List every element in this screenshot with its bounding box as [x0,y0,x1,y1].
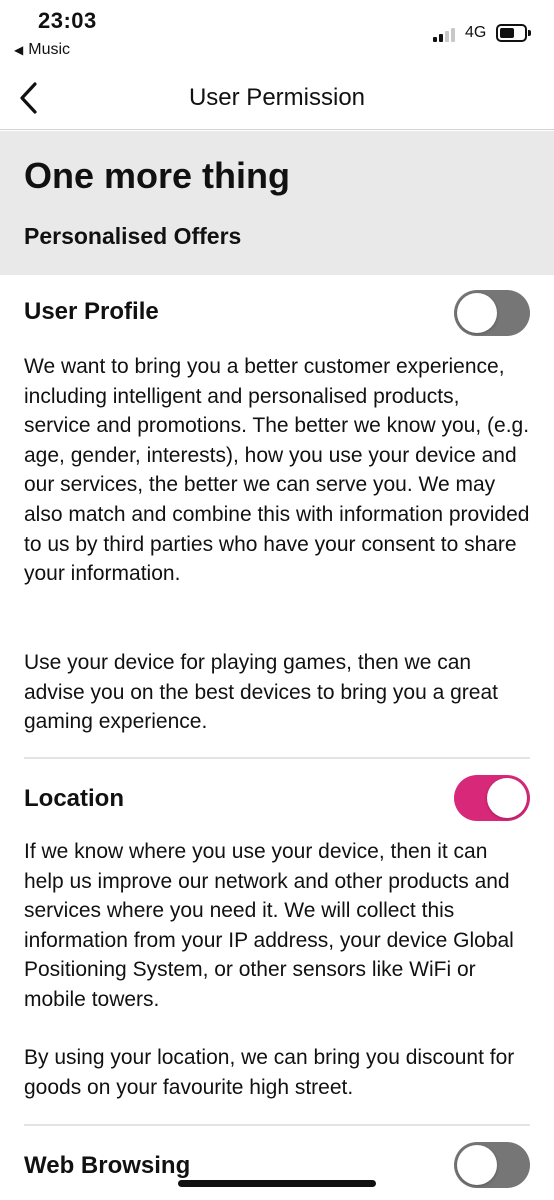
section-user-profile: User Profile We want to bring you a bett… [24,290,530,740]
section-location: Location If we know where you use your d… [24,775,530,1115]
section-web-browsing: Web Browsing [24,1142,530,1200]
section-title-location: Location [24,785,124,812]
user-profile-gaming-note: Use your device for playing games, then … [24,651,498,734]
back-to-app-link[interactable]: ◀ Music [14,41,70,59]
status-time: 23:03 [38,8,97,33]
status-bar: 23:03 ◀ Music 4G [0,0,554,66]
network-type: 4G [465,24,487,41]
back-app-label: Music [28,41,71,58]
section-title-user-profile: User Profile [24,298,159,325]
battery-icon [496,24,531,42]
divider [24,757,530,759]
location-toggle[interactable] [454,775,530,821]
header-title: One more thing [24,155,291,196]
user-profile-description: We want to bring you a better customer e… [24,355,530,586]
home-indicator[interactable] [178,1180,376,1187]
signal-strength-icon [433,26,455,42]
section-title-web-browsing: Web Browsing [24,1152,191,1179]
page-title: User Permission [188,84,366,111]
location-discount-note: By using your location, we can bring you… [24,1046,515,1099]
divider [24,1124,530,1126]
toggle-knob [457,1145,497,1185]
back-triangle-icon: ◀ [14,43,24,57]
user-profile-toggle[interactable] [454,290,530,336]
header-subtitle: Personalised Offers [24,223,242,249]
toggle-knob [487,778,527,818]
toggle-knob [457,293,497,333]
header-band: One more thing Personalised Offers [0,131,554,275]
location-description: If we know where you use your device, th… [24,840,514,1011]
web-browsing-toggle[interactable] [454,1142,530,1188]
navigation-bar: User Permission [0,66,554,130]
